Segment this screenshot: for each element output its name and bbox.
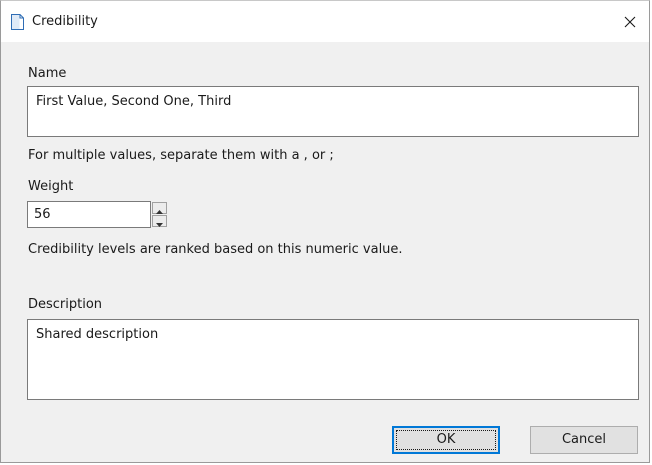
weight-stepper: [152, 202, 167, 227]
description-label: Description: [28, 297, 103, 312]
weight-input[interactable]: 56: [27, 201, 151, 228]
title-bar: Credibility: [1, 1, 649, 42]
name-label: Name: [28, 66, 67, 81]
cancel-button-label: Cancel: [561, 432, 607, 447]
description-field[interactable]: Shared description: [27, 319, 639, 400]
weight-label: Weight: [28, 179, 74, 194]
credibility-dialog: Credibility Name First Value, Second One…: [0, 0, 650, 463]
ok-button[interactable]: OK: [392, 426, 500, 454]
spin-down-button[interactable]: [152, 215, 167, 227]
close-icon: [624, 13, 636, 32]
document-icon: [11, 14, 24, 30]
name-hint: For multiple values, separate them with …: [28, 148, 334, 163]
triangle-down-icon: [156, 212, 163, 231]
window-title: Credibility: [32, 14, 98, 29]
cancel-button[interactable]: Cancel: [530, 426, 638, 454]
close-button[interactable]: [617, 9, 643, 35]
ok-button-label: OK: [436, 432, 456, 447]
weight-hint: Credibility levels are ranked based on t…: [28, 242, 403, 257]
name-field[interactable]: First Value, Second One, Third: [27, 86, 639, 137]
